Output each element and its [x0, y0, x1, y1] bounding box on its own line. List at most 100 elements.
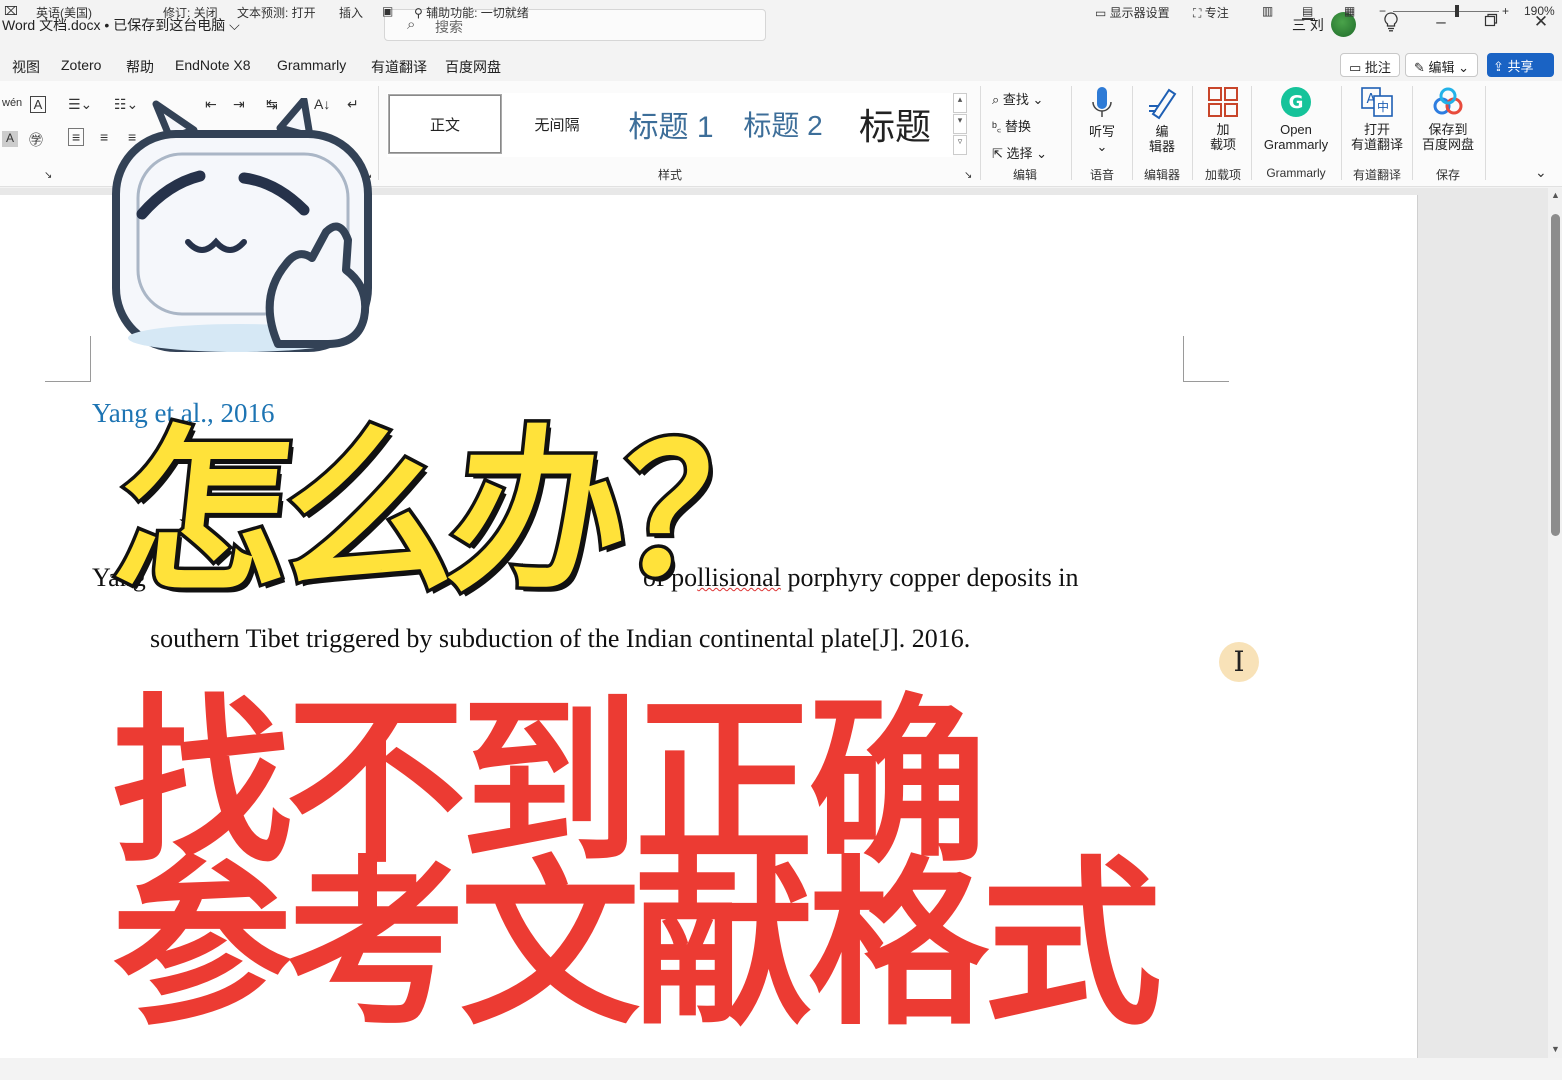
proofing-icon[interactable]: ⌧ — [4, 4, 18, 18]
status-bar — [0, 1058, 1562, 1080]
tab-zotero[interactable]: Zotero — [61, 57, 101, 73]
style-heading-1[interactable]: 标题 1 — [615, 95, 727, 153]
ribbon-separator — [1341, 86, 1342, 180]
display-settings-button[interactable]: ▭ 显示器设置 — [1095, 4, 1170, 21]
enclose-char-icon[interactable]: ㊫ — [29, 130, 43, 150]
chevron-down-icon: ⌄ — [1096, 139, 1108, 154]
youdao-label-1: 打开 — [1363, 122, 1390, 137]
baidu-label-1: 保存到 — [1428, 122, 1468, 137]
gallery-more-icon[interactable]: ▿ — [953, 135, 967, 155]
svg-text:G: G — [1289, 92, 1304, 113]
zoom-out-icon[interactable]: − — [1379, 4, 1386, 18]
style-no-spacing[interactable]: 无间隔 — [501, 95, 613, 153]
grammarly-group-label: Grammarly — [1266, 166, 1326, 180]
align-center-icon[interactable]: ≡ — [100, 129, 108, 145]
styles-dialog-launcher-icon[interactable]: ↘ — [964, 170, 972, 181]
web-layout-icon[interactable]: ▦ — [1344, 4, 1355, 18]
char-border-icon[interactable]: A — [30, 96, 46, 113]
editor-pen-icon — [1149, 88, 1177, 120]
macro-record-icon[interactable]: ▣ — [382, 4, 393, 18]
open-grammarly-button[interactable]: G Open Grammarly — [1258, 86, 1334, 152]
track-changes-status[interactable]: 修订: 关闭 — [163, 4, 218, 21]
dictate-button[interactable]: 听写 ⌄ — [1080, 86, 1124, 154]
align-left-icon[interactable]: ≡ — [68, 128, 85, 146]
print-layout-icon[interactable]: ▤ — [1302, 4, 1314, 20]
gallery-up-icon[interactable]: ▴ — [953, 93, 967, 113]
ribbon-separator — [980, 86, 981, 180]
focus-button[interactable]: ⛶ 专注 — [1193, 4, 1229, 21]
styles-gallery-scroll: ▴ ▾ ▿ — [953, 93, 967, 157]
save-group-label: 保存 — [1435, 168, 1460, 182]
select-button[interactable]: ⇱ 选择 ⌄ — [992, 143, 1047, 162]
scroll-up-icon[interactable]: ▲ — [1551, 190, 1560, 200]
zoom-slider-thumb[interactable] — [1455, 5, 1459, 17]
microphone-icon — [1092, 87, 1112, 117]
addins-group-label: 加载项 — [1204, 168, 1241, 182]
restore-icon[interactable] — [1479, 12, 1503, 32]
char-shading-icon[interactable]: A — [2, 131, 18, 147]
font-dialog-launcher-icon[interactable]: ↘ — [44, 170, 52, 181]
editing-mode-button[interactable]: ✎ 编辑 ⌄ — [1405, 53, 1479, 77]
grammarly-label-2: Grammarly — [1263, 137, 1329, 152]
read-mode-icon[interactable]: ▥ — [1262, 4, 1273, 18]
youdao-label-2: 有道翻译 — [1350, 137, 1403, 152]
style-heading-2[interactable]: 标题 2 — [727, 95, 839, 153]
reference-line-2: southern Tibet triggered by subduction o… — [150, 624, 971, 653]
tab-grammarly[interactable]: Grammarly — [277, 57, 346, 73]
tab-youdao[interactable]: 有道翻译 — [371, 57, 427, 77]
insert-mode-status[interactable]: 插入 — [339, 4, 363, 21]
comments-button-label: 批注 — [1364, 60, 1391, 75]
text-prediction-status[interactable]: 文本预测: 打开 — [237, 4, 316, 21]
save-to-baidu-button[interactable]: 保存到 百度网盘 — [1418, 86, 1478, 152]
baidu-cloud-icon — [1433, 87, 1463, 115]
svg-text:中: 中 — [1377, 99, 1389, 114]
style-title[interactable]: 标题 — [839, 95, 951, 153]
addins-grid-icon — [1208, 87, 1238, 117]
addins-label-1: 加 — [1216, 122, 1230, 137]
find-button[interactable]: ⌕ 查找 ⌄ — [992, 89, 1043, 108]
overlay-question: 怎么办？ — [102, 407, 803, 619]
focus-icon: ⛶ — [1193, 6, 1205, 20]
scroll-down-icon[interactable]: ▼ — [1551, 1044, 1560, 1054]
comments-button[interactable]: ▭ 批注 — [1340, 53, 1400, 77]
editor-button[interactable]: 编辑器 — [1140, 86, 1184, 154]
gallery-down-icon[interactable]: ▾ — [953, 114, 967, 134]
accessibility-icon: ⚲ — [414, 6, 427, 20]
editing-mode-label: 编辑 ⌄ — [1428, 60, 1470, 75]
zoom-level[interactable]: 190% — [1524, 4, 1555, 18]
phonetic-guide-icon[interactable]: wén — [2, 97, 22, 109]
style-normal[interactable]: 正文 — [388, 94, 502, 154]
tab-endnote[interactable]: EndNote X8 — [175, 57, 251, 73]
focus-label: 专注 — [1204, 6, 1229, 20]
crop-mark — [1183, 336, 1229, 382]
scrollbar-thumb[interactable] — [1551, 214, 1560, 536]
edit-group-label: 编辑 — [1012, 168, 1037, 182]
open-youdao-button[interactable]: A中 打开 有道翻译 — [1348, 86, 1406, 152]
ribbon-separator — [1485, 86, 1486, 180]
tab-baidu[interactable]: 百度网盘 — [445, 57, 501, 77]
ribbon-separator — [1192, 86, 1193, 180]
language-status[interactable]: 英语(美国) — [36, 4, 92, 21]
ribbon-separator — [1132, 86, 1133, 180]
bullets-icon[interactable]: ☰⌄ — [68, 96, 92, 113]
zoom-in-icon[interactable]: + — [1502, 4, 1509, 18]
title-bar: Word 文档.docx • 已保存到这台电脑 ⌵ ⌕ 搜索 三 刘 – ✕ — [0, 0, 1562, 50]
grammarly-label-1: Open — [1280, 122, 1312, 137]
tab-view[interactable]: 视图 — [12, 57, 40, 77]
mascot-sticker — [112, 98, 372, 352]
minimize-icon[interactable]: – — [1429, 12, 1453, 32]
tab-help[interactable]: 帮助 — [126, 57, 154, 77]
reference-text: porphyry copper deposits in — [780, 563, 1079, 592]
cursor-arrow-icon: ⇱ — [992, 146, 1007, 161]
editor-group-label: 编辑器 — [1143, 168, 1180, 182]
accessibility-status[interactable]: ⚲ 辅助功能: 一切就绪 — [414, 4, 529, 21]
dictate-label: 听写 — [1088, 124, 1115, 139]
collapse-ribbon-icon[interactable]: ⌄ — [1535, 164, 1547, 181]
replace-button[interactable]: ᵇ꜀ 替换 — [992, 116, 1031, 135]
addins-button[interactable]: 加载项 — [1201, 86, 1245, 152]
editor-label-1: 编 — [1155, 124, 1169, 139]
youdao-group-label: 有道翻译 — [1352, 168, 1401, 182]
zoom-slider[interactable] — [1393, 11, 1499, 12]
share-button[interactable]: ⇪ 共享 ⌄ — [1487, 53, 1554, 90]
accessibility-label: 辅助功能: 一切就绪 — [426, 6, 529, 20]
